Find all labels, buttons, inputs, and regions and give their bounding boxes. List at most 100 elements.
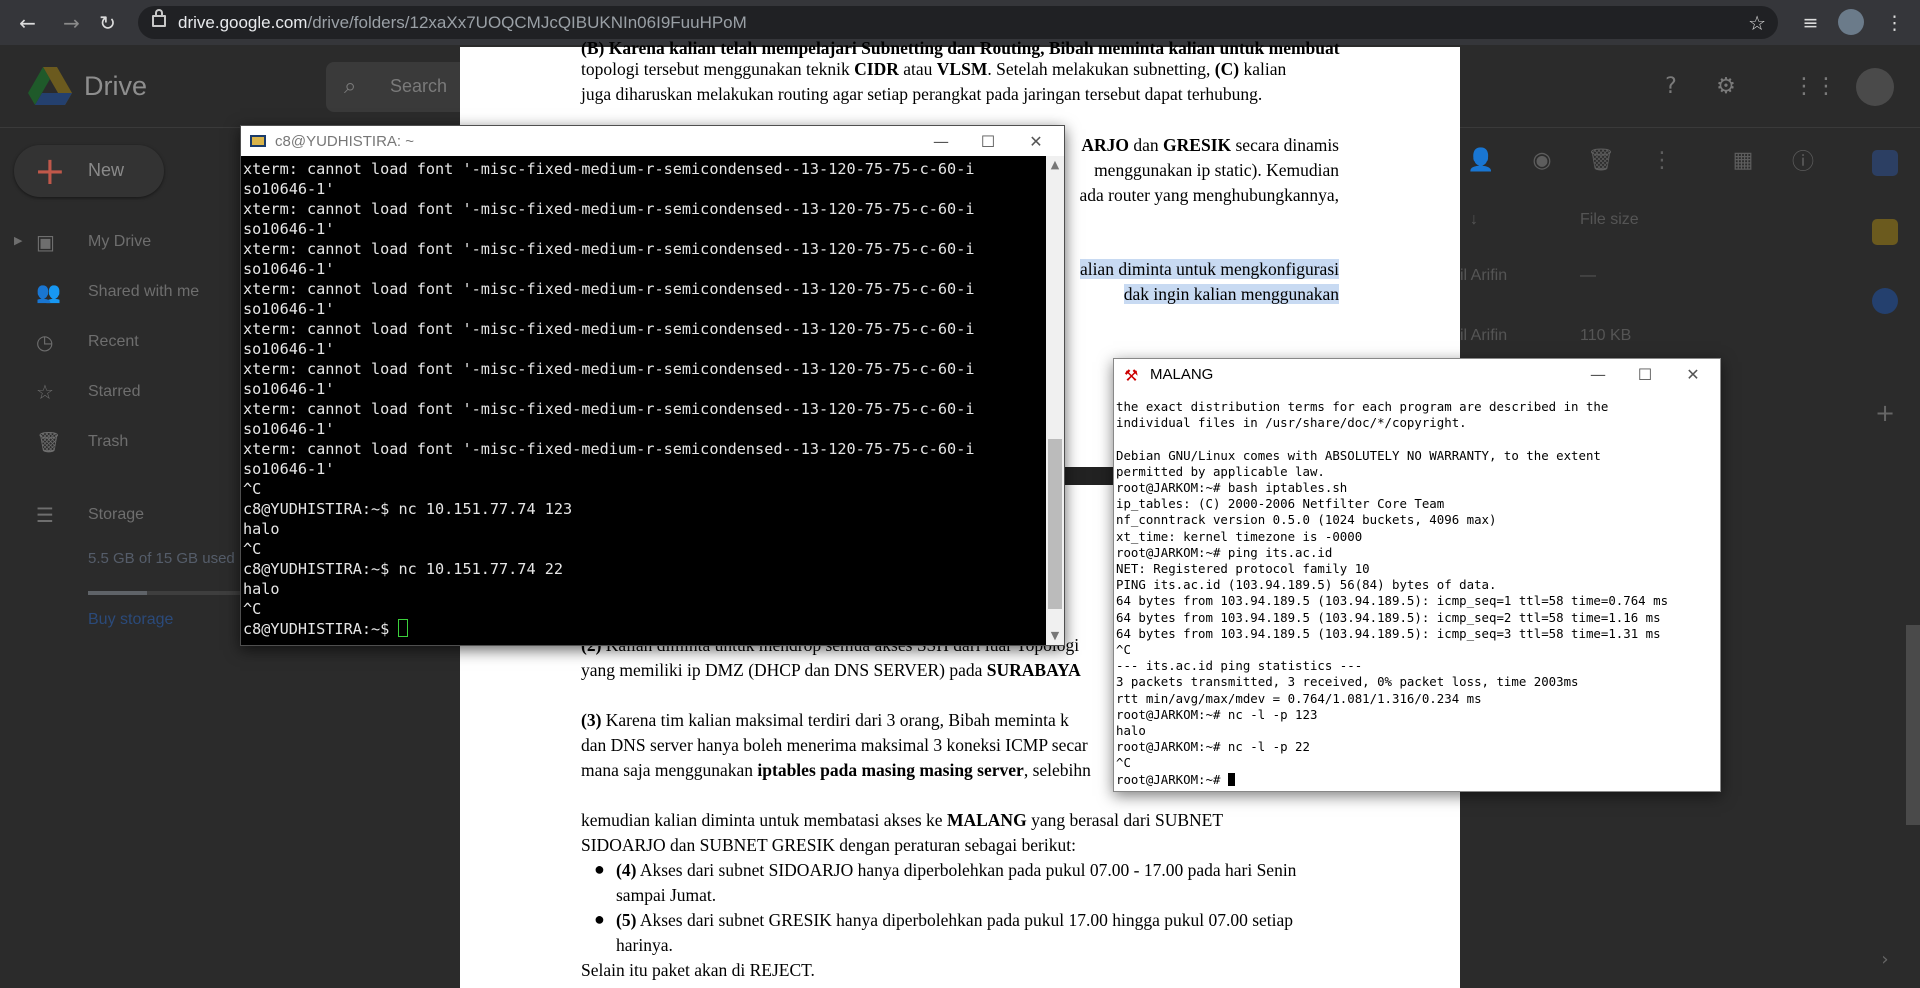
sidebar-item-trash[interactable]: 🗑 Trash xyxy=(0,422,250,462)
maximize-icon[interactable]: ☐ xyxy=(1622,359,1668,389)
sidebar-item-label: Shared with me xyxy=(88,283,200,300)
keep-icon[interactable] xyxy=(1872,219,1898,245)
terminal-line: 64 bytes from 103.94.189.5 (103.94.189.5… xyxy=(1116,609,1661,625)
more-actions-icon[interactable]: ⋮ xyxy=(1647,145,1677,175)
terminal-line: root@JARKOM:~# bash iptables.sh xyxy=(1116,480,1348,496)
terminal-output[interactable]: xterm: cannot load font '-misc-fixed-med… xyxy=(243,159,1043,643)
expand-caret-icon[interactable]: ▶ xyxy=(14,234,22,247)
bookmark-star-icon[interactable]: ☆ xyxy=(1748,11,1766,35)
terminal-output[interactable]: the exact distribution terms for each pr… xyxy=(1116,399,1716,787)
scroll-down-icon[interactable]: ▼ xyxy=(1046,627,1064,645)
terminal-line: ^C xyxy=(1116,755,1131,771)
terminal-line: PING its.ac.id (103.94.189.5) 56(84) byt… xyxy=(1116,577,1497,593)
row-owner: il Arifin xyxy=(1460,327,1508,344)
minimize-icon[interactable]: — xyxy=(1575,359,1621,389)
doc-list-item: harinya. xyxy=(616,935,673,955)
sidebar-item-shared[interactable]: 👥 Shared with me xyxy=(0,272,250,312)
delete-icon[interactable]: 🗑 xyxy=(1586,145,1616,175)
reload-icon[interactable]: ↻ xyxy=(92,7,123,38)
sidebar-item-starred[interactable]: ☆ Starred xyxy=(0,372,250,412)
row-size: — xyxy=(1580,267,1596,284)
terminal-line: permitted by applicable law. xyxy=(1116,463,1325,479)
terminal-line: root@JARKOM:~# nc -l -p 123 xyxy=(1116,706,1318,722)
terminal-line: xterm: cannot load font '-misc-fixed-med… xyxy=(243,440,975,458)
storage-usage-text: 5.5 GB of 15 GB used xyxy=(88,550,235,567)
add-person-icon[interactable]: 👤 xyxy=(1466,145,1496,175)
info-icon[interactable]: ⓘ xyxy=(1788,145,1818,175)
shell-prompt: root@JARKOM:~# xyxy=(1116,771,1228,787)
malang-terminal-window[interactable]: ⚒ MALANG — ☐ ✕ the exact distribution te… xyxy=(1113,358,1721,792)
calendar-icon[interactable] xyxy=(1872,150,1898,176)
sidebar-item-storage[interactable]: ☰ Storage xyxy=(0,495,250,535)
tasks-icon[interactable] xyxy=(1872,288,1898,314)
sort-arrow-icon[interactable]: ↓ xyxy=(1470,211,1478,229)
new-button-label: New xyxy=(88,160,125,180)
terminal-line: NET: Registered protocol family 10 xyxy=(1116,561,1370,577)
terminal-scrollbar[interactable]: ▲ ▼ xyxy=(1046,156,1064,645)
sidebar-item-label: My Drive xyxy=(88,233,152,250)
browser-menu-icon[interactable]: ⋮ xyxy=(1879,7,1910,38)
sidebar-item-label: Trash xyxy=(88,433,129,450)
column-header-file-size[interactable]: File size xyxy=(1580,211,1639,229)
new-button[interactable]: + New xyxy=(14,145,164,197)
help-icon[interactable]: ? xyxy=(1656,71,1686,101)
terminal-line: 64 bytes from 103.94.189.5 (103.94.189.5… xyxy=(1116,625,1661,641)
sidebar-item-label: Starred xyxy=(88,383,141,400)
browser-profile-avatar[interactable] xyxy=(1838,9,1864,35)
clock-icon: ◷ xyxy=(36,330,54,354)
terminal-line: xterm: cannot load font '-misc-fixed-med… xyxy=(243,400,975,418)
close-icon[interactable]: ✕ xyxy=(1013,126,1059,156)
bullet-dot: ● xyxy=(594,909,605,929)
doc-list-item: (4) Akses dari subnet SIDOARJO hanya dip… xyxy=(616,860,1297,880)
forward-icon[interactable]: → xyxy=(56,7,87,38)
close-icon[interactable]: ✕ xyxy=(1670,359,1716,389)
doc-text: topologi tersebut menggunakan teknik CID… xyxy=(581,59,1287,79)
terminal-line: so10646-1' xyxy=(243,220,335,238)
terminal-app-icon: ⚒ xyxy=(1124,366,1139,385)
drive-logo-icon xyxy=(28,67,72,105)
address-bar[interactable]: drive.google.com/drive/folders/12xaXx7UO… xyxy=(138,6,1778,39)
apps-grid-icon[interactable]: ⋮⋮ xyxy=(1793,71,1837,101)
maximize-icon[interactable]: ☐ xyxy=(965,126,1011,156)
terminal-line: xterm: cannot load font '-misc-fixed-med… xyxy=(243,240,975,258)
sidebar-item-recent[interactable]: ◷ Recent xyxy=(0,322,250,362)
terminal-line: so10646-1' xyxy=(243,420,335,438)
scrollbar-thumb[interactable] xyxy=(1048,439,1062,609)
terminal-line: so10646-1' xyxy=(243,300,335,318)
terminal-line: ^C xyxy=(243,540,262,558)
terminal-line: c8@YUDHISTIRA:~$ nc 10.151.77.74 22 xyxy=(243,560,564,578)
terminal-line: 64 bytes from 103.94.189.5 (103.94.189.5… xyxy=(1116,593,1669,609)
page-scrollbar[interactable] xyxy=(1906,625,1920,825)
media-control-icon[interactable]: ≡ xyxy=(1795,7,1826,38)
terminal-line: nf_conntrack version 0.5.0 (1024 buckets… xyxy=(1116,512,1497,528)
doc-text: juga diharuskan melakukan routing agar s… xyxy=(581,84,1263,104)
terminal-line: so10646-1' xyxy=(243,380,335,398)
sidebar-item-my-drive[interactable]: ▶ ▣ My Drive xyxy=(0,222,250,262)
buy-storage-link[interactable]: Buy storage xyxy=(88,611,173,629)
scroll-up-icon[interactable]: ▲ xyxy=(1046,156,1064,174)
xterm-title-bar[interactable]: c8@YUDHISTIRA: ~ — ☐ ✕ xyxy=(241,126,1064,156)
preview-eye-icon[interactable]: ◉ xyxy=(1527,145,1557,175)
minimize-icon[interactable]: — xyxy=(918,126,964,156)
terminal-line: halo xyxy=(243,520,280,538)
malang-title-bar[interactable]: ⚒ MALANG — ☐ ✕ xyxy=(1114,359,1720,389)
terminal-line: xterm: cannot load font '-misc-fixed-med… xyxy=(243,160,975,178)
bullet-dot: ● xyxy=(594,859,605,879)
account-avatar[interactable] xyxy=(1856,68,1894,106)
back-icon[interactable]: ← xyxy=(12,7,43,38)
terminal-line: c8@YUDHISTIRA:~$ nc 10.151.77.74 123 xyxy=(243,500,573,518)
xterm-window[interactable]: c8@YUDHISTIRA: ~ — ☐ ✕ xterm: cannot loa… xyxy=(240,125,1065,646)
plus-icon: + xyxy=(34,149,66,193)
text-cursor xyxy=(398,619,409,637)
terminal-line: ^C xyxy=(243,480,262,498)
doc-text: kemudian kalian diminta untuk membatasi … xyxy=(581,810,1224,830)
my-drive-icon: ▣ xyxy=(36,230,55,254)
terminal-line: xterm: cannot load font '-misc-fixed-med… xyxy=(243,320,975,338)
window-title: c8@YUDHISTIRA: ~ xyxy=(275,133,415,150)
storage-icon: ☰ xyxy=(36,503,54,527)
collapse-panel-icon[interactable]: › xyxy=(1872,947,1898,973)
grid-view-icon[interactable]: ▦ xyxy=(1728,145,1758,175)
add-addon-icon[interactable]: + xyxy=(1872,400,1898,426)
settings-gear-icon[interactable]: ⚙ xyxy=(1711,71,1741,101)
sidebar-item-label: Storage xyxy=(88,506,145,523)
